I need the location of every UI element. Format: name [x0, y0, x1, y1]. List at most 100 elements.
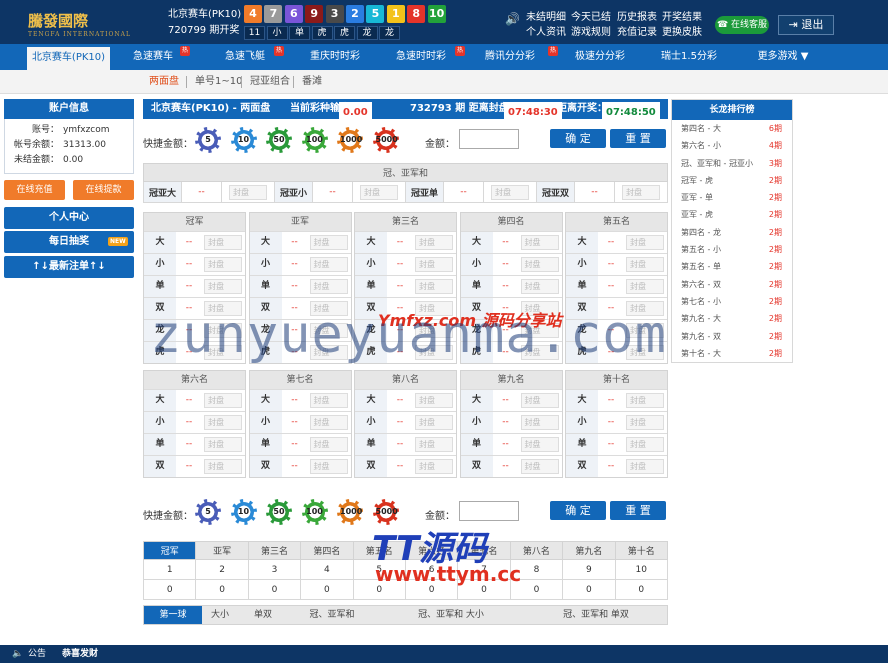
bet-input-locked[interactable]: 封盘	[309, 459, 348, 474]
chip-100[interactable]: 100	[301, 499, 328, 525]
confirm-button[interactable]: 确 定	[550, 501, 606, 520]
chip-50[interactable]: 50	[266, 127, 292, 153]
bet-input-locked[interactable]: 封盘	[626, 393, 664, 408]
chip-1000[interactable]: 1000	[337, 499, 363, 525]
withdraw-button[interactable]: 在线提款	[73, 180, 134, 200]
bet-input-locked[interactable]: 封盘	[204, 323, 242, 338]
deposit-button[interactable]: 在线充值	[4, 180, 65, 200]
result-tab[interactable]: 第十名	[614, 541, 669, 560]
nav-tab[interactable]: 急速时时彩热	[381, 44, 465, 70]
nav-tab[interactable]: 重庆时时彩	[294, 44, 376, 70]
bet-input-locked[interactable]: 封盘	[520, 437, 559, 452]
bet-input-locked[interactable]: 封盘	[360, 184, 398, 200]
bet-input-locked[interactable]: 封盘	[626, 437, 664, 452]
sound-icon[interactable]: 🔊	[505, 12, 520, 26]
play-type-tab[interactable]: 两面盘	[149, 70, 179, 94]
daily-lottery-button[interactable]: 每日抽奖 NEW	[4, 231, 134, 253]
bet-input-locked[interactable]: 封盘	[229, 184, 267, 200]
play-type-tab[interactable]: 冠亚组合	[250, 70, 290, 94]
result-tab[interactable]: 第四名	[300, 541, 354, 560]
bet-input-locked[interactable]: 封盘	[204, 459, 242, 474]
bet-input-locked[interactable]: 封盘	[520, 415, 559, 430]
stats-type-tab[interactable]: 冠、亚军和	[284, 606, 380, 624]
bet-input-locked[interactable]: 封盘	[204, 437, 242, 452]
bet-input-locked[interactable]: 封盘	[415, 257, 453, 272]
stats-type-tab[interactable]: 冠、亚军和 单双	[524, 606, 668, 624]
bet-input-locked[interactable]: 封盘	[626, 323, 664, 338]
bet-input-locked[interactable]: 封盘	[491, 184, 529, 200]
play-type-tab[interactable]: 番滩	[302, 70, 322, 94]
bet-input-locked[interactable]: 封盘	[204, 345, 242, 360]
bet-input-locked[interactable]: 封盘	[626, 257, 664, 272]
header-link[interactable]: 开奖结果	[662, 8, 702, 23]
bet-input-locked[interactable]: 封盘	[204, 279, 242, 294]
bet-input-locked[interactable]: 封盘	[520, 257, 559, 272]
play-type-tab[interactable]: 单号1~10	[195, 70, 242, 94]
header-link[interactable]: 个人资讯	[526, 23, 566, 38]
stats-type-tab[interactable]: 第一球	[144, 606, 202, 624]
header-link[interactable]: 历史报表	[617, 8, 657, 23]
bet-input-locked[interactable]: 封盘	[415, 415, 453, 430]
bet-input-locked[interactable]: 封盘	[520, 279, 559, 294]
chip-5[interactable]: 5	[195, 499, 221, 525]
bet-input-locked[interactable]: 封盘	[204, 393, 242, 408]
chip-50[interactable]: 50	[266, 499, 292, 525]
bet-input-locked[interactable]: 封盘	[415, 323, 453, 338]
chip-100[interactable]: 100	[301, 127, 328, 153]
bet-input-locked[interactable]: 封盘	[204, 301, 242, 316]
result-tab[interactable]: 亚军	[195, 541, 249, 560]
chip-10[interactable]: 10	[230, 499, 257, 525]
bet-input-locked[interactable]: 封盘	[415, 235, 453, 250]
bet-input-locked[interactable]: 封盘	[204, 257, 242, 272]
chip-1000[interactable]: 1000	[337, 127, 363, 153]
bet-input-locked[interactable]: 封盘	[204, 235, 242, 250]
bet-input-locked[interactable]: 封盘	[520, 393, 559, 408]
chip-10[interactable]: 10	[230, 127, 257, 153]
result-tab[interactable]: 第七名	[457, 541, 511, 560]
amount-input[interactable]	[459, 129, 519, 149]
bet-input-locked[interactable]: 封盘	[520, 345, 559, 360]
reset-button[interactable]: 重 置	[610, 501, 666, 520]
bet-input-locked[interactable]: 封盘	[415, 437, 453, 452]
logout-button[interactable]: ⇥ 退出	[778, 15, 834, 35]
bet-input-locked[interactable]: 封盘	[309, 415, 348, 430]
bet-input-locked[interactable]: 封盘	[520, 323, 559, 338]
bet-input-locked[interactable]: 封盘	[415, 301, 453, 316]
stats-type-tab[interactable]: 单双	[244, 606, 282, 624]
nav-tab[interactable]: 腾讯分分彩 热	[466, 44, 558, 70]
amount-input[interactable]	[459, 501, 519, 521]
stats-type-tab[interactable]: 冠、亚军和 大小	[384, 606, 518, 624]
result-tab[interactable]: 第九名	[562, 541, 616, 560]
nav-tab[interactable]: 瑞士1.5分彩	[650, 44, 728, 70]
bet-input-locked[interactable]: 封盘	[415, 393, 453, 408]
chip-5000[interactable]: 5000	[372, 127, 399, 153]
result-tab[interactable]: 冠军	[142, 541, 197, 560]
nav-tab[interactable]: 急速飞艇热	[210, 44, 284, 70]
nav-tab[interactable]: 极速分分彩	[562, 44, 638, 70]
nav-tab[interactable]: 北京赛车(PK10)	[27, 44, 110, 70]
bet-input-locked[interactable]: 封盘	[626, 301, 664, 316]
bet-input-locked[interactable]: 封盘	[626, 459, 664, 474]
brand-logo[interactable]: 騰發國際 TENGFA INTERNATIONAL	[28, 10, 131, 38]
header-link[interactable]: 未结明细	[526, 8, 566, 23]
bet-input-locked[interactable]: 封盘	[309, 393, 348, 408]
nav-tab[interactable]: 急速赛车热	[120, 44, 190, 70]
chip-5[interactable]: 5	[195, 127, 221, 153]
header-link[interactable]: 更换皮肤	[662, 23, 702, 38]
bet-input-locked[interactable]: 封盘	[626, 235, 664, 250]
bet-input-locked[interactable]: 封盘	[415, 459, 453, 474]
bet-input-locked[interactable]: 封盘	[626, 279, 664, 294]
bet-input-locked[interactable]: 封盘	[520, 301, 559, 316]
bet-input-locked[interactable]: 封盘	[309, 323, 348, 338]
bet-input-locked[interactable]: 封盘	[309, 235, 348, 250]
nav-tab[interactable]: 更多游戏 ▼	[740, 44, 826, 70]
result-tab[interactable]: 第八名	[509, 541, 564, 560]
reset-button[interactable]: 重 置	[610, 129, 666, 148]
bet-input-locked[interactable]: 封盘	[309, 437, 348, 452]
stats-type-tab[interactable]: 大小	[204, 606, 236, 624]
header-link[interactable]: 充值记录	[617, 23, 657, 38]
confirm-button[interactable]: 确 定	[550, 129, 606, 148]
bet-input-locked[interactable]: 封盘	[626, 415, 664, 430]
bet-input-locked[interactable]: 封盘	[622, 184, 660, 200]
bet-input-locked[interactable]: 封盘	[520, 459, 559, 474]
